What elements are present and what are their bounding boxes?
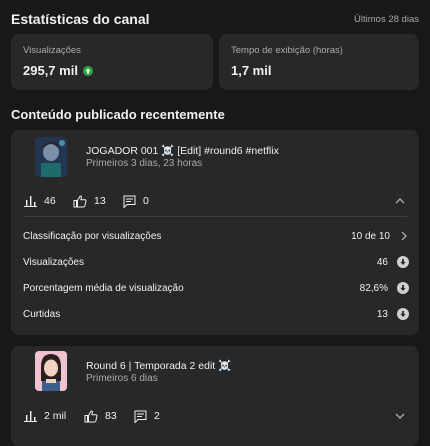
likes-count: 83 bbox=[105, 410, 117, 422]
likes-metric: 13 bbox=[73, 194, 106, 208]
chevron-right-icon bbox=[401, 231, 407, 241]
comment-icon bbox=[123, 195, 136, 208]
thumbs-up-icon bbox=[73, 194, 87, 207]
detail-label: Classificação por visualizações bbox=[23, 230, 162, 242]
detail-value: 82,6% bbox=[359, 282, 388, 294]
comments-count: 2 bbox=[154, 410, 160, 422]
section-title: Conteúdo publicado recentemente bbox=[11, 107, 225, 122]
comment-icon bbox=[134, 410, 147, 423]
detail-value: 10 de 10 bbox=[351, 230, 390, 242]
video-thumbnail[interactable] bbox=[35, 137, 67, 177]
bar-chart-icon bbox=[24, 196, 37, 207]
video-card[interactable]: Round 6 | Temporada 2 edit ☠️ Primeiros … bbox=[11, 346, 419, 446]
views-metric: 2 mil bbox=[24, 410, 66, 422]
video-subtitle: Primeiros 3 dias, 23 horas bbox=[86, 158, 203, 169]
likes-metric: 83 bbox=[84, 409, 117, 423]
arrow-down-icon bbox=[397, 256, 409, 268]
detail-row-views[interactable]: Visualizações 46 bbox=[23, 254, 409, 270]
views-stat-value-row: 295,7 mil bbox=[23, 63, 93, 78]
detail-value: 13 bbox=[376, 308, 388, 320]
comments-count: 0 bbox=[143, 195, 149, 207]
detail-value: 46 bbox=[376, 256, 388, 268]
divider bbox=[23, 216, 407, 217]
page-title: Estatísticas do canal bbox=[11, 11, 150, 27]
bar-chart-icon bbox=[24, 411, 37, 422]
video-metrics-row: 2 mil 83 2 bbox=[11, 406, 419, 426]
comments-metric: 2 bbox=[134, 410, 160, 423]
period-label: Últimos 28 dias bbox=[354, 13, 419, 25]
channel-stats-header: Estatísticas do canal Últimos 28 dias bbox=[11, 9, 419, 29]
watch-time-stat-label: Tempo de exibição (horas) bbox=[231, 45, 343, 56]
views-metric: 46 bbox=[24, 195, 56, 207]
video-title[interactable]: Round 6 | Temporada 2 edit ☠️ bbox=[86, 359, 231, 372]
video-metrics-row: 46 13 0 bbox=[11, 191, 419, 211]
video-title[interactable]: JOGADOR 001 ☠️ [Edit] #round6 #netflix bbox=[86, 144, 279, 157]
trend-up-icon bbox=[82, 65, 93, 76]
likes-count: 13 bbox=[94, 195, 106, 207]
video-subtitle: Primeiros 6 dias bbox=[86, 373, 158, 384]
views-count: 46 bbox=[44, 195, 56, 207]
detail-label: Porcentagem média de visualização bbox=[23, 282, 184, 294]
views-count: 2 mil bbox=[44, 410, 67, 422]
detail-row-avg-view-percentage[interactable]: Porcentagem média de visualização 82,6% bbox=[23, 280, 409, 296]
video-card[interactable]: JOGADOR 001 ☠️ [Edit] #round6 #netflix P… bbox=[11, 130, 419, 335]
views-stat-card[interactable]: Visualizações 295,7 mil bbox=[11, 34, 213, 90]
watch-time-stat-value: 1,7 mil bbox=[231, 63, 272, 78]
chevron-up-icon[interactable] bbox=[393, 194, 407, 208]
video-thumbnail[interactable] bbox=[35, 351, 67, 391]
watch-time-stat-card[interactable]: Tempo de exibição (horas) 1,7 mil bbox=[219, 34, 419, 90]
thumbs-up-icon bbox=[84, 409, 98, 422]
views-stat-value: 295,7 mil bbox=[23, 63, 78, 78]
detail-row-ranking[interactable]: Classificação por visualizações 10 de 10 bbox=[23, 228, 409, 244]
views-stat-label: Visualizações bbox=[23, 45, 81, 56]
chevron-down-icon[interactable] bbox=[393, 409, 407, 423]
arrow-down-icon bbox=[397, 282, 409, 294]
detail-label: Curtidas bbox=[23, 308, 61, 320]
arrow-down-icon bbox=[397, 308, 409, 320]
comments-metric: 0 bbox=[123, 195, 149, 208]
detail-label: Visualizações bbox=[23, 256, 84, 268]
detail-row-likes[interactable]: Curtidas 13 bbox=[23, 306, 409, 322]
